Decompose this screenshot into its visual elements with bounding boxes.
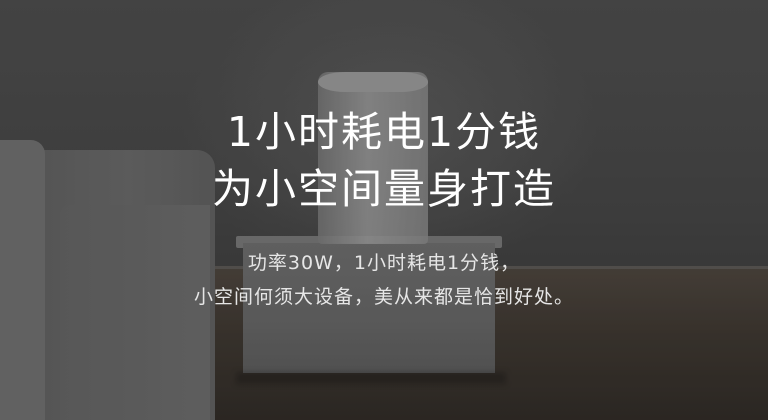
subtext-line-2: 小空间何须大设备，美从来都是恰到好处。 (193, 286, 574, 308)
headline: 1小时耗电1分钱 为小空间量身打造 (0, 104, 768, 218)
subtext: 功率30W，1小时耗电1分钱， 小空间何须大设备，美从来都是恰到好处。 (0, 246, 768, 314)
headline-line-1: 1小时耗电1分钱 (226, 108, 542, 156)
subtext-line-1: 功率30W，1小时耗电1分钱， (247, 252, 521, 274)
banner: 1小时耗电1分钱 为小空间量身打造 功率30W，1小时耗电1分钱， 小空间何须大… (0, 0, 768, 420)
headline-line-2: 为小空间量身打造 (212, 165, 556, 213)
